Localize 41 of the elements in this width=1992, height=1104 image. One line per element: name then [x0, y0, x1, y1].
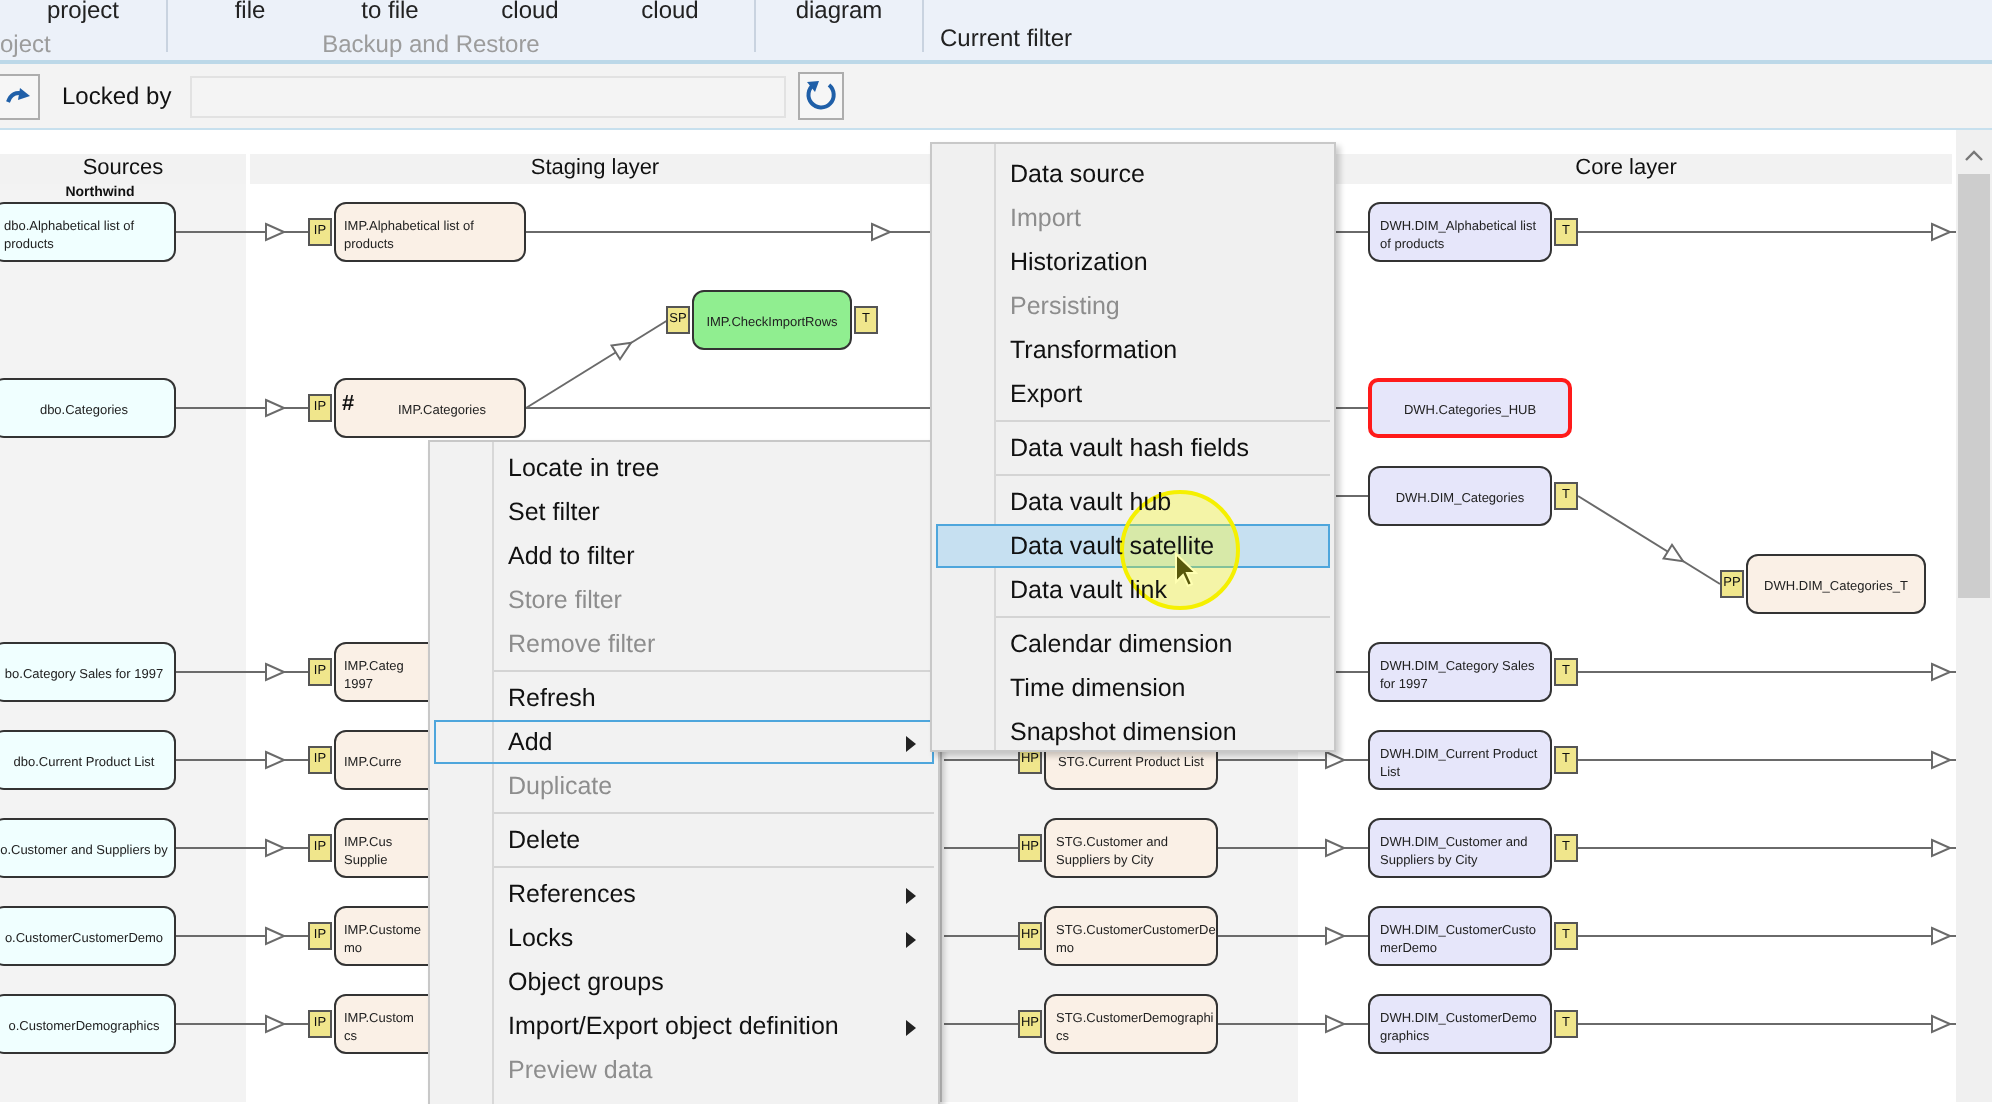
menu-item[interactable]: Add — [434, 720, 934, 764]
menu-item[interactable]: Add to filter — [434, 534, 934, 578]
redo-icon — [4, 86, 32, 106]
menu-item[interactable]: Set filter — [434, 490, 934, 534]
menu-item[interactable]: Transformation — [936, 328, 1330, 372]
layer-header: Sources — [0, 154, 246, 184]
menu-item[interactable]: Calendar dimension — [936, 622, 1330, 666]
menu-item[interactable]: Export — [936, 372, 1330, 416]
menu-item[interactable]: Object groups — [434, 960, 934, 1004]
hash-marker: # — [342, 392, 355, 416]
connector-line — [943, 847, 1019, 849]
connector-line — [943, 759, 1019, 761]
submenu-arrow-icon — [906, 888, 916, 904]
connector-line — [943, 1023, 1019, 1025]
connector-line — [943, 935, 1019, 937]
menu-item[interactable]: Locks — [434, 916, 934, 960]
submenu-arrow-icon — [906, 1020, 916, 1036]
refresh-icon — [803, 78, 839, 114]
menu-item[interactable]: Refresh — [434, 676, 934, 720]
cursor-icon — [1174, 552, 1198, 588]
refresh-button[interactable] — [798, 72, 844, 120]
arrow — [1577, 495, 1721, 585]
menu-item[interactable]: Snapshot dimension — [936, 710, 1330, 750]
scroll-up-icon[interactable] — [1964, 150, 1984, 162]
scrollbar[interactable] — [1956, 130, 1992, 1102]
ribbon-button[interactable]: diagram — [795, 0, 883, 22]
redo-button[interactable] — [0, 73, 40, 119]
ribbon-group-label: Current filter — [940, 24, 1075, 52]
submenu-arrow-icon — [906, 736, 916, 752]
field-label: Locked by — [62, 82, 174, 110]
arrow — [525, 319, 669, 409]
menu-item[interactable]: Historization — [936, 240, 1330, 284]
menu-item[interactable]: Locate in tree — [434, 446, 934, 490]
ribbon-group-label: Backup and Restore — [320, 30, 542, 58]
ribbon-group-label: oject — [0, 30, 53, 58]
menu-item[interactable]: Data vault hash fields — [936, 426, 1330, 470]
menu-item[interactable]: References — [434, 872, 934, 916]
menu-item[interactable]: Delete — [434, 818, 934, 862]
submenu-arrow-icon — [906, 932, 916, 948]
menu-item[interactable]: Time dimension — [936, 666, 1330, 710]
menu-item[interactable]: Import/Export object definition — [434, 1004, 934, 1048]
